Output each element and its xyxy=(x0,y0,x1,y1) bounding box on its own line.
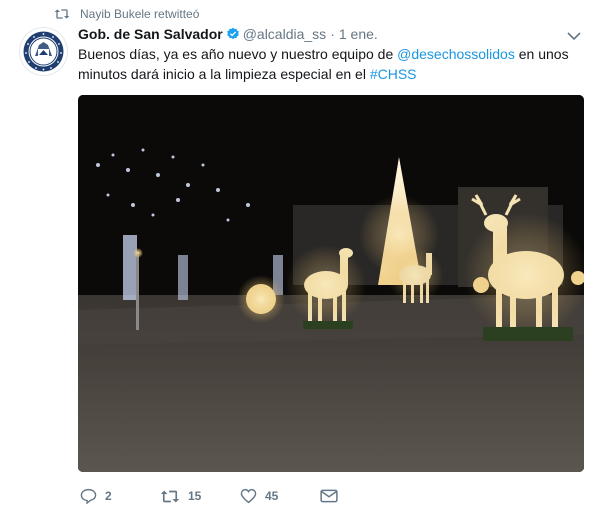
retweet-context[interactable]: Nayib Bukele retwitteó xyxy=(54,7,199,21)
reply-icon xyxy=(80,488,97,504)
tweet-photo[interactable] xyxy=(78,95,584,472)
hashtag-link[interactable]: #CHSS xyxy=(370,66,417,82)
author-name[interactable]: Gob. de San Salvador xyxy=(78,26,223,42)
tweet-header: Gob. de San Salvador @alcaldia_ss · 1 en… xyxy=(78,26,378,42)
retweet-icon xyxy=(160,490,180,502)
retweet-count: 15 xyxy=(188,489,202,503)
retweet-context-text: Nayib Bukele retwitteó xyxy=(80,7,200,21)
reply-count: 2 xyxy=(105,489,112,503)
avatar[interactable] xyxy=(20,28,67,75)
verified-badge-icon xyxy=(226,27,240,41)
mention-link[interactable]: @desechossolidos xyxy=(397,46,515,62)
tweet-timestamp[interactable]: 1 ene. xyxy=(339,26,378,42)
direct-message-button[interactable] xyxy=(320,489,338,503)
tweet-text-part: Buenos días, ya es año nuevo y nuestro e… xyxy=(78,46,398,62)
author-handle[interactable]: @alcaldia_ss xyxy=(243,26,326,42)
christmas-lights-photo xyxy=(78,95,584,472)
seal-logo-icon xyxy=(20,28,67,75)
like-button[interactable]: 45 xyxy=(240,488,320,504)
retweet-button[interactable]: 15 xyxy=(160,489,240,504)
envelope-icon xyxy=(320,489,338,503)
chevron-down-icon xyxy=(567,32,581,41)
heart-icon xyxy=(240,488,257,504)
like-count: 45 xyxy=(265,489,279,503)
tweet-text: Buenos días, ya es año nuevo y nuestro e… xyxy=(78,44,588,84)
reply-button[interactable]: 2 xyxy=(80,488,160,504)
time-separator: · xyxy=(330,26,335,42)
tweet-actions: 2 15 45 xyxy=(80,488,338,504)
retweet-icon xyxy=(54,9,70,19)
